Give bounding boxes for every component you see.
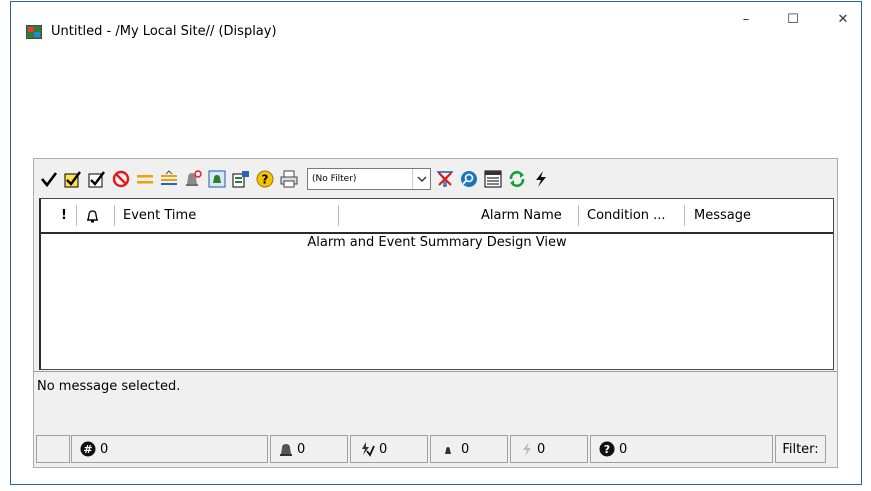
column-separator bbox=[338, 205, 339, 226]
filter-value: (No Filter) bbox=[312, 174, 357, 184]
grid-header: ! Event Time Alarm Name Condition ... Me… bbox=[41, 199, 833, 234]
svg-text:?: ? bbox=[604, 443, 610, 456]
column-priority[interactable]: ! bbox=[61, 206, 67, 225]
small-bell-icon bbox=[445, 447, 451, 454]
lightning-icon[interactable] bbox=[531, 168, 551, 190]
alarm-bell-icon[interactable] bbox=[183, 168, 203, 190]
message-area: No message selected. bbox=[34, 371, 837, 430]
help-icon[interactable]: ? bbox=[255, 168, 275, 190]
status-unacked: 0 bbox=[430, 435, 508, 463]
lightning-icon bbox=[523, 442, 531, 456]
ack-all-icon[interactable] bbox=[63, 168, 83, 190]
priority-lines-icon[interactable] bbox=[159, 168, 179, 190]
status-events: 0 bbox=[510, 435, 588, 463]
column-separator bbox=[114, 205, 115, 226]
design-view-placeholder: Alarm and Event Summary Design View bbox=[307, 235, 567, 250]
status-alarms: 0 bbox=[270, 435, 348, 463]
filter-select[interactable]: (No Filter) bbox=[307, 168, 431, 190]
status-total: # 0 bbox=[71, 435, 268, 463]
alarm-grid[interactable]: ! Event Time Alarm Name Condition ... Me… bbox=[39, 198, 834, 370]
status-unacked-count: 0 bbox=[461, 441, 470, 457]
question-icon: ? bbox=[599, 441, 615, 457]
app-icon bbox=[26, 25, 42, 39]
status-acknowledged: 0 bbox=[350, 435, 428, 463]
status-filter: Filter: bbox=[775, 435, 826, 463]
details-icon[interactable] bbox=[483, 168, 503, 190]
column-separator bbox=[76, 205, 77, 226]
ack-lightning-icon bbox=[362, 442, 375, 457]
query-icon[interactable] bbox=[459, 168, 479, 190]
column-message[interactable]: Message bbox=[694, 206, 751, 225]
minimize-button[interactable]: – bbox=[726, 6, 766, 36]
print-icon[interactable] bbox=[279, 168, 299, 190]
window-title: Untitled - /My Local Site// (Display) bbox=[51, 24, 277, 39]
close-button[interactable]: ✕ bbox=[823, 6, 863, 36]
filter-clear-icon[interactable] bbox=[435, 168, 455, 190]
status-bar: # 0 0 0 0 0 ? 0 Filter: bbox=[34, 432, 837, 467]
no-entry-icon[interactable] bbox=[111, 168, 131, 190]
column-separator bbox=[578, 205, 579, 226]
maximize-button[interactable]: ☐ bbox=[773, 6, 813, 36]
status-unknown: ? 0 bbox=[590, 435, 773, 463]
column-condition[interactable]: Condition ... bbox=[587, 206, 666, 225]
refresh-icon[interactable] bbox=[507, 168, 527, 190]
column-state[interactable] bbox=[86, 206, 99, 225]
toolbar: ? (No Filter) bbox=[39, 162, 834, 196]
bell-icon bbox=[280, 443, 292, 456]
status-alarms-count: 0 bbox=[297, 441, 306, 457]
chevron-down-icon[interactable] bbox=[412, 169, 430, 189]
properties-icon[interactable] bbox=[231, 168, 251, 190]
column-separator bbox=[684, 205, 685, 226]
hash-icon: # bbox=[80, 441, 96, 457]
display-window: Untitled - /My Local Site// (Display) – … bbox=[10, 1, 862, 485]
column-alarm-name[interactable]: Alarm Name bbox=[481, 206, 562, 225]
bell-icon bbox=[87, 210, 98, 223]
svg-text:#: # bbox=[83, 443, 92, 456]
status-acknowledged-count: 0 bbox=[379, 441, 388, 457]
title-bar[interactable]: Untitled - /My Local Site// (Display) – … bbox=[11, 2, 861, 46]
equal-lines-icon[interactable] bbox=[135, 168, 155, 190]
status-total-count: 0 bbox=[100, 441, 109, 457]
message-text: No message selected. bbox=[37, 379, 181, 394]
status-events-count: 0 bbox=[537, 441, 546, 457]
status-unknown-count: 0 bbox=[619, 441, 628, 457]
alarm-event-summary: ? (No Filter) ! Event Time Alarm Name Co… bbox=[33, 158, 838, 468]
status-filter-label: Filter: bbox=[782, 441, 819, 457]
svg-text:?: ? bbox=[262, 173, 269, 187]
column-event-time[interactable]: Event Time bbox=[123, 206, 196, 225]
status-spacer bbox=[36, 435, 70, 463]
ack-check-icon[interactable] bbox=[39, 168, 59, 190]
ack-page-icon[interactable] bbox=[87, 168, 107, 190]
display-bell-icon[interactable] bbox=[207, 168, 227, 190]
